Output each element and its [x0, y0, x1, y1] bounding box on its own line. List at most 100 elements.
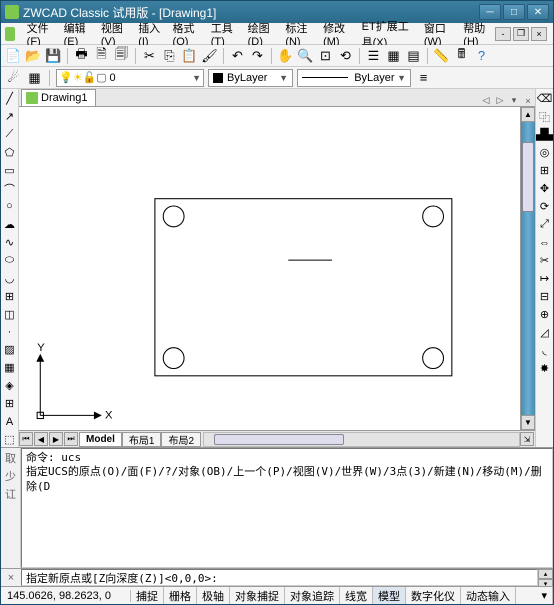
hscroll-thumb[interactable] [214, 434, 344, 445]
wipeout-icon[interactable]: ⬚ [2, 432, 17, 447]
properties-icon[interactable]: ☰ [365, 47, 382, 64]
zoom-prev-icon[interactable]: ⟲ [337, 47, 354, 64]
status-lweight[interactable]: 线宽 [340, 587, 373, 604]
fillet-icon[interactable]: ◟ [537, 343, 552, 358]
layout-first-icon[interactable]: ⏮ [19, 432, 33, 446]
match-icon[interactable]: 🖌 [201, 47, 218, 64]
gradient-icon[interactable]: ▦ [2, 360, 17, 375]
layer-dropdown[interactable]: 💡☀🔓▢ 0 ▼ [56, 69, 204, 87]
explode-icon[interactable]: ✸ [537, 361, 552, 376]
layout-next-icon[interactable]: ▶ [49, 432, 63, 446]
mtext-icon[interactable]: A [2, 414, 17, 429]
drawing-canvas[interactable]: X Y [19, 107, 520, 430]
scroll-thumb[interactable] [522, 142, 534, 212]
status-osnap[interactable]: 对象捕捉 [230, 587, 285, 604]
tab-nav-left-icon[interactable]: ◁ [479, 95, 493, 106]
chamfer-icon[interactable]: ◿ [537, 325, 552, 340]
print-preview-icon[interactable]: 🗎 [93, 47, 110, 64]
horizontal-scrollbar[interactable] [203, 432, 520, 447]
vertical-scrollbar[interactable]: ▲ ▼ [520, 107, 535, 430]
status-tablet[interactable]: 数字化仪 [406, 587, 461, 604]
redo-icon[interactable]: ↷ [249, 47, 266, 64]
circle-icon[interactable]: ○ [2, 199, 17, 214]
layer-states-icon[interactable]: ▦ [26, 69, 43, 86]
trim-icon[interactable]: ✂ [537, 253, 552, 268]
erase-icon[interactable]: ⌫ [537, 91, 552, 106]
command-close-icon[interactable]: × [1, 569, 21, 586]
scroll-down-icon[interactable]: ▼ [521, 415, 535, 430]
document-tab[interactable]: Drawing1 [21, 89, 96, 106]
child-minimize-button[interactable]: - [495, 27, 511, 41]
stretch-icon[interactable]: ⇔ [537, 235, 552, 250]
line-icon[interactable]: ╱ [2, 91, 17, 106]
status-grid[interactable]: 栅格 [164, 587, 197, 604]
ellipse-icon[interactable]: ⬭ [2, 253, 17, 268]
layout-tab-1[interactable]: 布局1 [122, 432, 162, 447]
copy-obj-icon[interactable]: ⿻ [537, 109, 552, 124]
point-icon[interactable]: · [2, 325, 17, 340]
cmd-scroll-up-icon[interactable]: ▴ [538, 569, 553, 579]
distance-icon[interactable]: 📏 [433, 47, 450, 64]
help-icon[interactable]: ? [473, 47, 490, 64]
publish-icon[interactable]: 🗐 [113, 47, 130, 64]
maximize-button[interactable]: □ [503, 4, 525, 20]
child-restore-button[interactable]: ❐ [513, 27, 529, 41]
design-center-icon[interactable]: ▦ [385, 47, 402, 64]
open-icon[interactable]: 📂 [25, 47, 42, 64]
xline-icon[interactable]: ↗ [2, 109, 17, 124]
print-icon[interactable]: 🖶 [73, 47, 90, 64]
polyline-icon[interactable]: ⟋ [2, 127, 17, 142]
linetype-dropdown[interactable]: ByLayer ▼ [297, 69, 411, 87]
scroll-up-icon[interactable]: ▲ [521, 107, 535, 122]
layout-nav-icon[interactable]: ⇲ [520, 432, 534, 446]
join-icon[interactable]: ⊕ [537, 307, 552, 322]
status-chevron-icon[interactable]: ▾ [536, 587, 553, 604]
offset-icon[interactable]: ◎ [537, 145, 552, 160]
status-otrack[interactable]: 对象追踪 [285, 587, 340, 604]
make-block-icon[interactable]: ◫ [2, 307, 17, 322]
rectangle-icon[interactable]: ▭ [2, 163, 17, 178]
layer-manager-icon[interactable]: ☄ [5, 69, 22, 86]
tab-close-icon[interactable]: × [521, 96, 535, 106]
cut-icon[interactable]: ✂ [141, 47, 158, 64]
layout-tab-model[interactable]: Model [79, 432, 122, 447]
undo-icon[interactable]: ↶ [229, 47, 246, 64]
child-close-button[interactable]: × [531, 27, 547, 41]
zoom-realtime-icon[interactable]: 🔍 [297, 47, 314, 64]
tool-palettes-icon[interactable]: ▤ [405, 47, 422, 64]
new-icon[interactable]: 📄 [5, 47, 22, 64]
insert-block-icon[interactable]: ⊞ [2, 289, 17, 304]
paste-icon[interactable]: 📋 [181, 47, 198, 64]
rotate-icon[interactable]: ⟳ [537, 199, 552, 214]
save-icon[interactable]: 💾 [45, 47, 62, 64]
move-icon[interactable]: ✥ [537, 181, 552, 196]
command-grip[interactable]: 取 少 讧 [1, 448, 21, 568]
layout-tab-2[interactable]: 布局2 [161, 432, 201, 447]
tab-nav-right-icon[interactable]: ▷ [493, 95, 507, 106]
command-history[interactable]: 命令: ucs 指定UCS的原点(O)/面(F)/?/对象(OB)/上一个(P)… [21, 448, 553, 568]
zoom-window-icon[interactable]: ⊡ [317, 47, 334, 64]
spline-icon[interactable]: ∿ [2, 235, 17, 250]
ellipse-arc-icon[interactable]: ◡ [2, 271, 17, 286]
break-icon[interactable]: ⊟ [537, 289, 552, 304]
tab-menu-icon[interactable]: ▾ [507, 95, 521, 106]
polygon-icon[interactable]: ⬠ [2, 145, 17, 160]
copy-icon[interactable]: ⎘ [161, 47, 178, 64]
calculator-icon[interactable]: 🖩 [453, 47, 470, 64]
pan-icon[interactable]: ✋ [277, 47, 294, 64]
status-polar[interactable]: 极轴 [197, 587, 230, 604]
status-model[interactable]: 模型 [373, 587, 406, 604]
status-dyn[interactable]: 动态输入 [461, 587, 516, 604]
lineweight-icon[interactable]: ≡ [415, 69, 432, 86]
region-icon[interactable]: ◈ [2, 378, 17, 393]
arc-icon[interactable]: ⌒ [2, 181, 17, 196]
array-icon[interactable]: ⊞ [537, 163, 552, 178]
hatch-icon[interactable]: ▨ [2, 342, 17, 357]
command-input[interactable] [21, 569, 538, 586]
extend-icon[interactable]: ↦ [537, 271, 552, 286]
color-dropdown[interactable]: ByLayer ▼ [208, 69, 293, 87]
mirror-icon[interactable]: ▟▙ [537, 127, 552, 142]
layout-prev-icon[interactable]: ◀ [34, 432, 48, 446]
status-snap[interactable]: 捕捉 [131, 587, 164, 604]
scale-icon[interactable]: ⤢ [537, 217, 552, 232]
